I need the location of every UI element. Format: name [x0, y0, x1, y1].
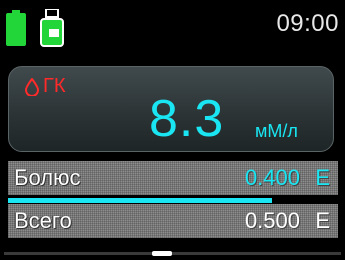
total-label: Всего [14, 208, 72, 233]
glucose-header: ГК [25, 75, 65, 98]
bolus-unit: Е [315, 165, 330, 190]
total-value: 0.500 [244, 208, 300, 233]
total-row[interactable]: Всего 0.500 Е [8, 204, 338, 238]
bolus-progress-bar [8, 198, 338, 203]
pump-home-screen: 09:00 ГК 8.3 мМ/л Болюс 0.400 Е Всего 0.… [0, 0, 345, 260]
glucose-value: 8.3 [149, 90, 225, 148]
clock-time: 09:00 [276, 10, 339, 37]
bolus-row[interactable]: Болюс 0.400 Е [8, 161, 338, 195]
bolus-label: Болюс [14, 165, 81, 190]
bolus-value: 0.400 [244, 165, 300, 190]
glucose-panel[interactable]: ГК 8.3 мМ/л [8, 66, 334, 152]
total-unit: Е [315, 208, 330, 233]
bolus-progress-fill [8, 198, 272, 203]
blood-drop-icon [25, 77, 39, 96]
page-indicator-handle[interactable] [152, 251, 172, 256]
battery-full-icon [6, 10, 26, 46]
glucose-unit: мМ/л [255, 121, 298, 141]
glucose-label: ГК [43, 75, 66, 97]
insulin-reservoir-icon [40, 9, 64, 47]
page-indicator-track [4, 252, 341, 255]
page-indicator-bar [0, 248, 345, 260]
